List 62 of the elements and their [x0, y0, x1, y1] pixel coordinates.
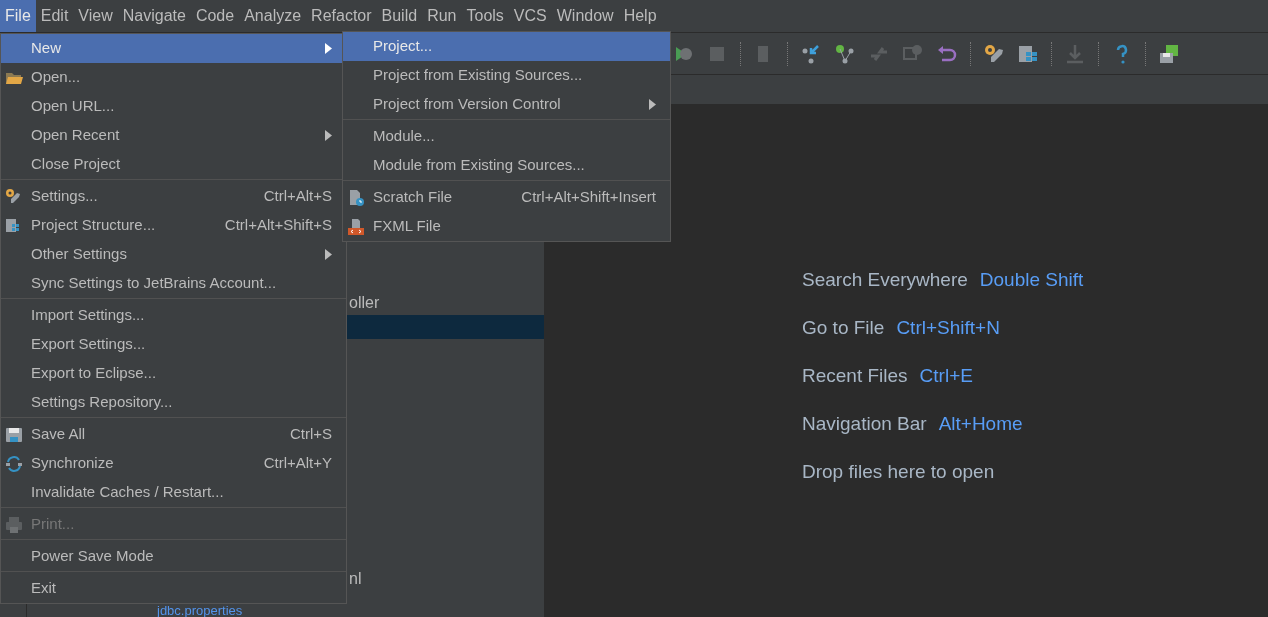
menu-item[interactable]: Open URL... [1, 92, 346, 121]
menu-item[interactable]: Project from Existing Sources... [343, 61, 670, 90]
tree-label: jdbc.properties [157, 604, 243, 617]
menu-bar-item[interactable]: Edit [35, 0, 74, 32]
printer-icon [5, 515, 23, 534]
submenu-arrow-icon [649, 99, 656, 110]
hint-label: Recent Files [802, 363, 908, 388]
menu-item[interactable]: Open... [1, 63, 346, 92]
menu-item[interactable]: Power Save Mode [1, 542, 346, 571]
menu-item[interactable]: Other Settings [1, 240, 346, 269]
menu-bar-item[interactable]: Refactor [306, 0, 377, 32]
menu-item[interactable]: Scratch File Ctrl+Alt+Shift+Insert [343, 183, 670, 212]
menu-bar-item[interactable]: Code [190, 0, 240, 32]
menu-item[interactable]: Save All Ctrl+S [1, 420, 346, 449]
menu-item[interactable]: Sync Settings to JetBrains Account... [1, 269, 346, 298]
menu-bar-item[interactable]: File [0, 0, 36, 32]
menu-bar-item[interactable]: VCS [508, 0, 552, 32]
menu-item[interactable]: Settings... Ctrl+Alt+S [1, 182, 346, 211]
tree-label: oller [349, 293, 380, 313]
submenu-arrow-icon [325, 43, 332, 54]
menu-bar-item[interactable]: Build [376, 0, 423, 32]
menu-item[interactable]: FXML File [343, 212, 670, 241]
menu-item[interactable]: Export Settings... [1, 330, 346, 359]
menu-bar-item[interactable]: Navigate [117, 0, 191, 32]
menu-item[interactable]: Project... [343, 32, 670, 61]
shortcut-text: Ctrl+E [919, 363, 973, 388]
hint-label: Drop files here to open [802, 459, 995, 484]
menu-item[interactable]: Import Settings... [1, 301, 346, 330]
hint-label: Navigation Bar [802, 411, 927, 436]
menu-item[interactable]: Invalidate Caches / Restart... [1, 478, 346, 507]
menu-bar-item[interactable]: Run [422, 0, 462, 32]
plugin-icon[interactable] [1158, 42, 1180, 65]
shortcut-text: Double Shift [979, 267, 1084, 292]
menu-item[interactable]: Project Structure... Ctrl+Alt+Shift+S [1, 211, 346, 240]
menu-item[interactable]: Module from Existing Sources... [343, 151, 670, 180]
menu-item[interactable]: Close Project [1, 150, 346, 179]
settings-icon [5, 187, 23, 206]
menu-item[interactable]: Export to Eclipse... [1, 359, 346, 388]
menu-item[interactable]: Exit [1, 574, 346, 603]
menu-item[interactable]: Module... [343, 122, 670, 151]
sync-icon [5, 454, 23, 473]
download-icon[interactable] [1064, 42, 1086, 65]
fxml-file-icon [347, 217, 365, 236]
menu-bar-item[interactable]: Window [551, 0, 619, 32]
menu-item[interactable]: Open Recent [1, 121, 346, 150]
vcs-update-icon[interactable] [800, 42, 822, 65]
menu-bar-item[interactable]: View [73, 0, 118, 32]
settings-icon[interactable] [983, 42, 1005, 65]
hint-label: Search Everywhere [802, 267, 968, 292]
submenu-arrow-icon [325, 249, 332, 260]
menu-bar-item[interactable]: Help [618, 0, 662, 32]
menu-item[interactable]: Synchronize Ctrl+Alt+Y [1, 449, 346, 478]
file-clock-icon [347, 188, 365, 207]
shortcut-text: Ctrl+Shift+N [896, 315, 1000, 340]
menu-item[interactable]: Settings Repository... [1, 388, 346, 417]
submenu-arrow-icon [325, 130, 332, 141]
menu-bar-item[interactable]: Tools [461, 0, 509, 32]
vcs-commit-icon[interactable] [834, 42, 856, 65]
menu-item[interactable]: Project from Version Control [343, 90, 670, 119]
shortcut-text: Alt+Home [938, 411, 1023, 436]
hint-label: Go to File [802, 315, 885, 340]
menu-bar-item[interactable]: Analyze [239, 0, 307, 32]
